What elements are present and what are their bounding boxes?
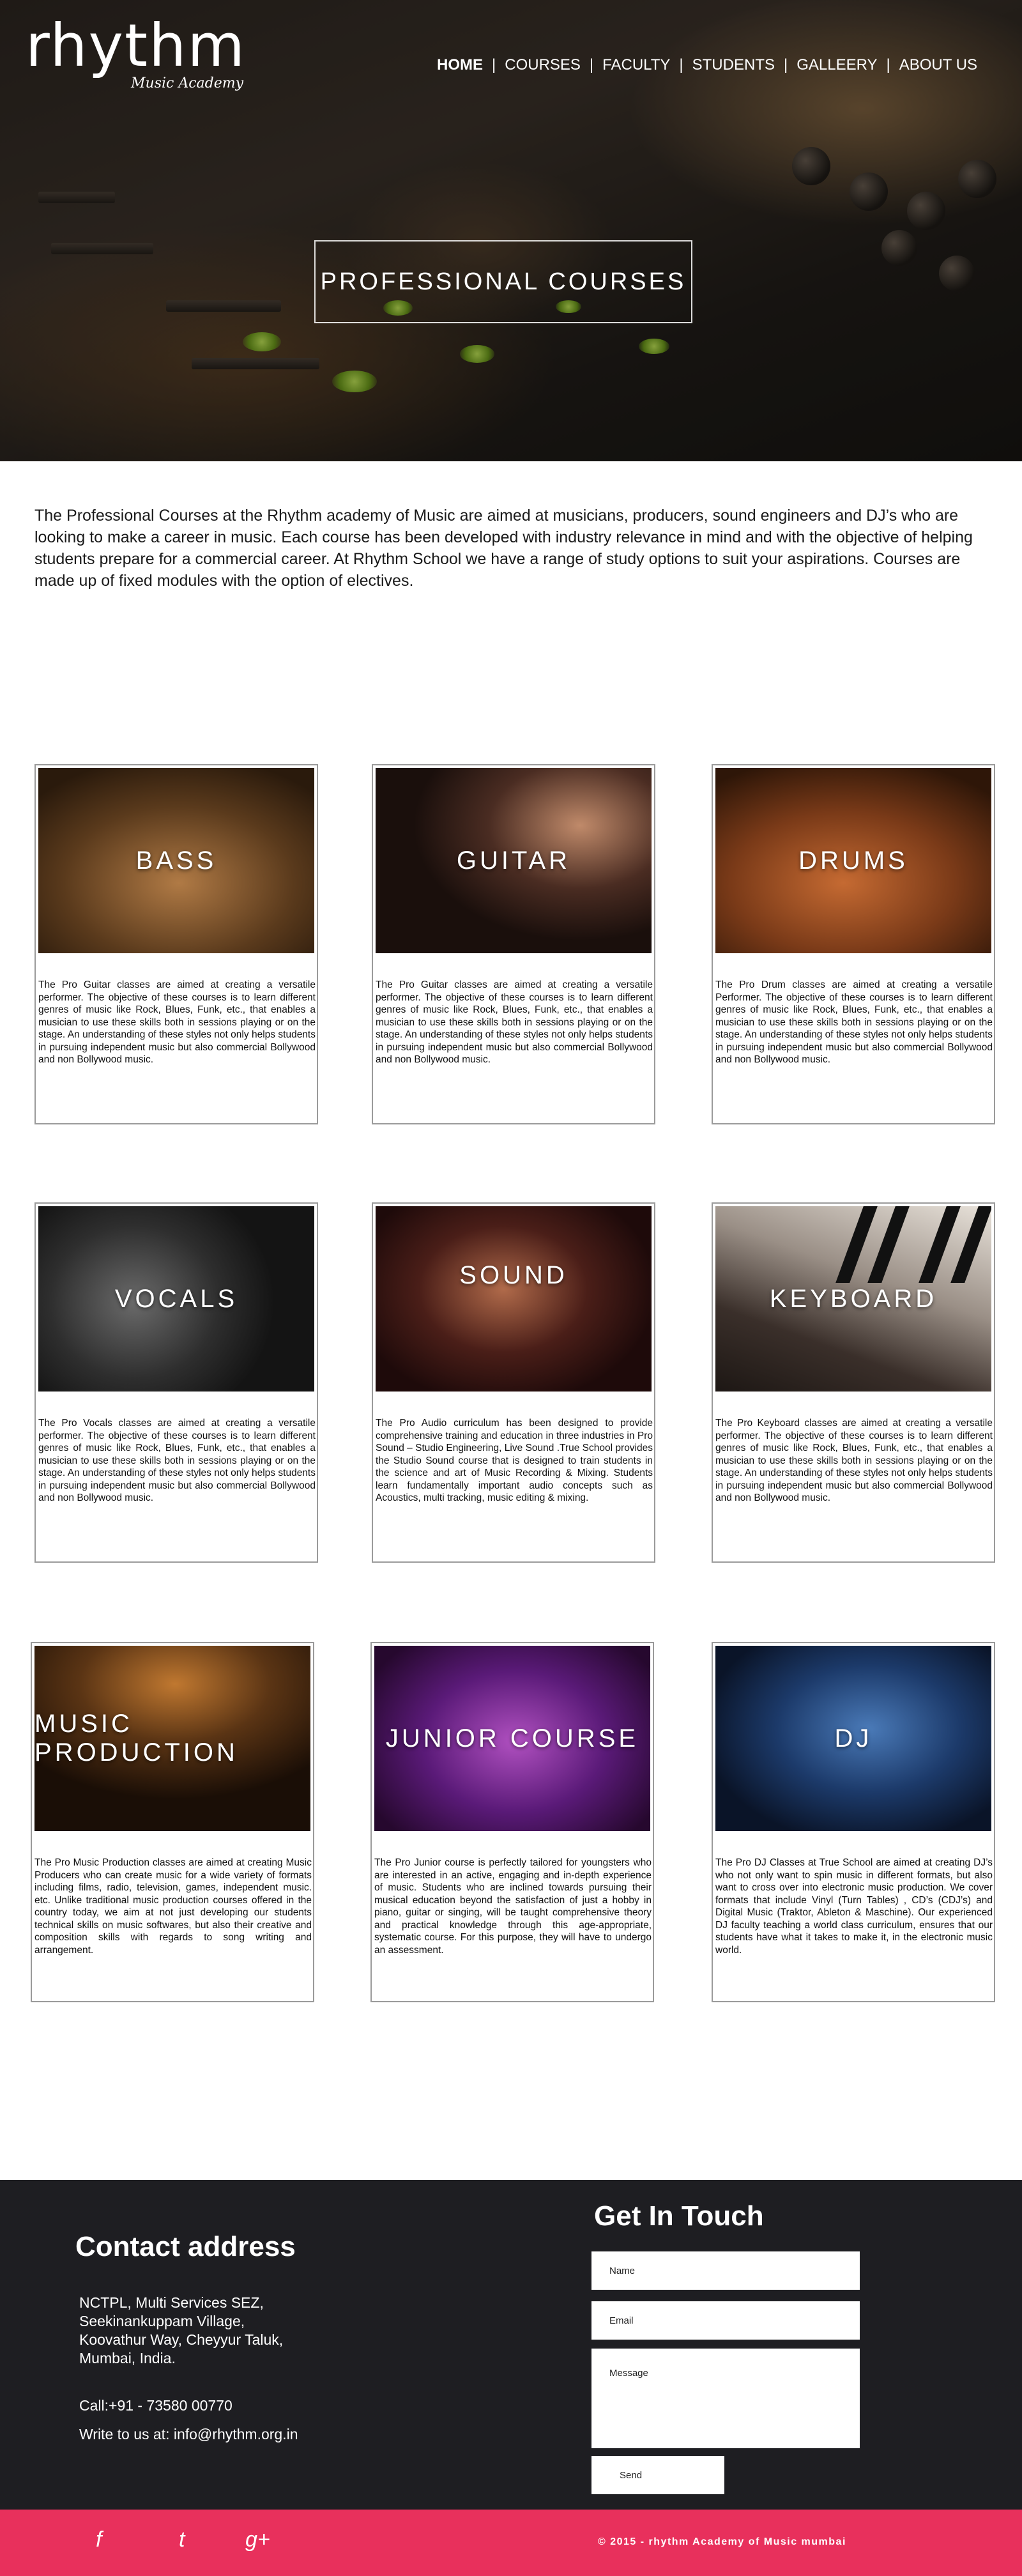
course-photo: VOCALS	[38, 1206, 314, 1392]
message-textarea[interactable]	[591, 2349, 860, 2448]
course-photo: MUSIC PRODUCTION	[34, 1646, 310, 1831]
hero-banner: rhythm Music Academy HOME | COURSES | FA…	[0, 0, 1022, 461]
intro-paragraph: The Professional Courses at the Rhythm a…	[34, 507, 973, 590]
main-nav: HOME | COURSES | FACULTY | STUDENTS | GA…	[428, 56, 986, 74]
google-plus-icon[interactable]: g+	[245, 2527, 270, 2552]
course-title: DJ	[834, 1724, 873, 1752]
course-description: The Pro DJ Classes at True School are ai…	[715, 1857, 993, 1956]
course-photo: GUITAR	[376, 768, 652, 953]
course-description: The Pro Junior course is perfectly tailo…	[374, 1857, 652, 1956]
course-photo: DJ	[715, 1646, 991, 1831]
course-card-dj[interactable]: DJ The Pro DJ Classes at True School are…	[712, 1642, 995, 2002]
course-card-junior-course[interactable]: JUNIOR COURSE The Pro Junior course is p…	[370, 1642, 654, 2002]
course-card-keyboard[interactable]: KEYBOARD The Pro Keyboard classes are ai…	[712, 1202, 995, 1563]
nav-home[interactable]: HOME	[428, 56, 492, 74]
course-title: MUSIC PRODUCTION	[34, 1710, 238, 1767]
course-description: The Pro Vocals classes are aimed at crea…	[38, 1418, 316, 1503]
course-card-bass[interactable]: BASS The Pro Guitar classes are aimed at…	[34, 764, 318, 1124]
twitter-icon[interactable]: t	[179, 2527, 185, 2552]
course-card-guitar[interactable]: GUITAR The Pro Guitar classes are aimed …	[372, 764, 655, 1124]
course-description: The Pro Keyboard classes are aimed at cr…	[715, 1418, 993, 1503]
address-line: Seekinankuppam Village,	[79, 2313, 245, 2329]
address-line: Mumbai, India.	[79, 2350, 176, 2366]
nav-about-us[interactable]: ABOUT US	[890, 56, 986, 74]
course-card-music-production[interactable]: MUSIC PRODUCTION The Pro Music Productio…	[31, 1642, 314, 2002]
logo-tagline: Music Academy	[131, 75, 244, 91]
course-photo: DRUMS	[715, 768, 991, 953]
name-input[interactable]	[591, 2251, 860, 2290]
course-card-drums[interactable]: DRUMS The Pro Drum classes are aimed at …	[712, 764, 995, 1124]
course-photo: KEYBOARD	[715, 1206, 991, 1392]
contact-email: Write to us at: info@rhythm.org.in	[79, 2426, 298, 2442]
send-button[interactable]: Send	[591, 2456, 724, 2494]
email-input[interactable]	[591, 2301, 860, 2340]
course-title: JUNIOR COURSE	[385, 1724, 639, 1752]
nav-faculty[interactable]: FACULTY	[593, 56, 679, 74]
course-photo: JUNIOR COURSE	[374, 1646, 650, 1831]
nav-gallery[interactable]: GALLEERY	[788, 56, 886, 74]
page-title: PROFESSIONAL COURSES	[314, 240, 692, 323]
course-title: BASS	[135, 846, 217, 875]
course-description: The Pro Audio curriculum has been design…	[376, 1418, 653, 1503]
course-photo: BASS	[38, 768, 314, 953]
form-heading: Get In Touch	[594, 2200, 764, 2232]
course-title: GUITAR	[456, 846, 571, 875]
course-card-vocals[interactable]: VOCALS The Pro Vocals classes are aimed …	[34, 1202, 318, 1563]
logo-wordmark: rhythm	[26, 12, 246, 80]
address-line: Koovathur Way, Cheyyur Taluk,	[79, 2331, 284, 2348]
address-line: NCTPL, Multi Services SEZ,	[79, 2294, 264, 2311]
course-description: The Pro Drum classes are aimed at creati…	[715, 979, 993, 1065]
course-title: VOCALS	[114, 1284, 238, 1313]
contact-phone: Call:+91 - 73580 00770	[79, 2397, 233, 2414]
course-card-sound[interactable]: SOUND The Pro Audio curriculum has been …	[372, 1202, 655, 1563]
nav-students[interactable]: STUDENTS	[683, 56, 784, 74]
course-title: KEYBOARD	[769, 1284, 938, 1313]
course-title: SOUND	[459, 1261, 568, 1289]
contact-address: NCTPL, Multi Services SEZ, Seekinankuppa…	[79, 2294, 283, 2368]
copyright-text: © 2015 - rhythm Academy of Music mumbai	[598, 2536, 846, 2547]
course-photo: SOUND	[376, 1206, 652, 1392]
course-description: The Pro Guitar classes are aimed at crea…	[38, 979, 316, 1065]
course-description: The Pro Music Production classes are aim…	[34, 1857, 312, 1956]
brand-logo[interactable]: rhythm Music Academy	[26, 12, 256, 101]
course-description: The Pro Guitar classes are aimed at crea…	[376, 979, 653, 1065]
course-title: DRUMS	[798, 846, 908, 875]
contact-heading: Contact address	[75, 2231, 296, 2262]
facebook-icon[interactable]: f	[96, 2527, 102, 2552]
footer-bar: f t g+ © 2015 - rhythm Academy of Music …	[0, 2510, 1022, 2576]
nav-courses[interactable]: COURSES	[496, 56, 590, 74]
contact-section: Contact address NCTPL, Multi Services SE…	[0, 2180, 1022, 2510]
